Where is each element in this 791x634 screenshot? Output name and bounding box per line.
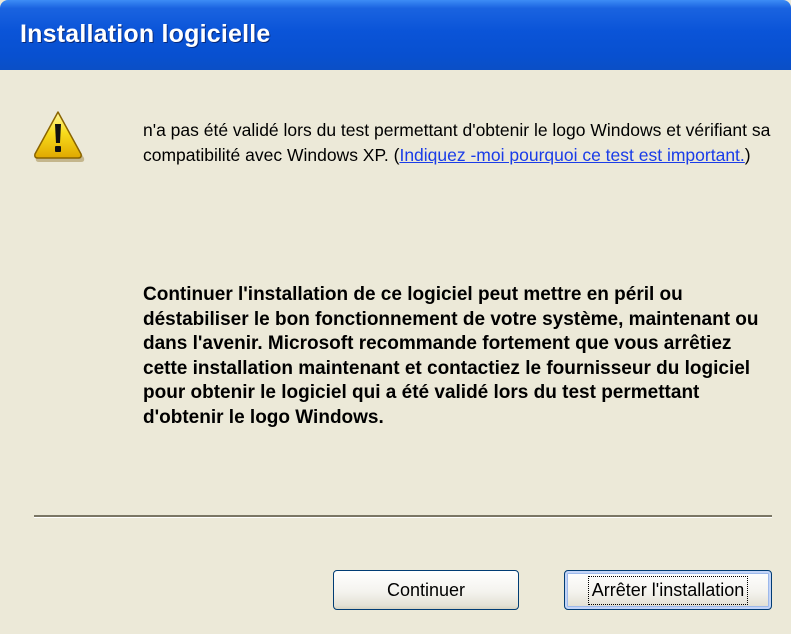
continue-button-label: Continuer [386,579,466,600]
stop-installation-label: Arrêter l'installation [587,575,749,605]
message-close-paren: ) [744,145,751,165]
divider [34,515,772,518]
window-title: Installation logicielle [20,20,271,48]
warning-icon [34,111,85,162]
stop-installation-button[interactable]: Arrêter l'installation [564,570,772,610]
continue-button[interactable]: Continuer [333,570,519,610]
warning-text: Continuer l'installation de ce logiciel … [143,284,759,428]
title-bar[interactable]: Installation logicielle [0,0,791,70]
why-important-link[interactable]: Indiquez -moi pourquoi ce test est impor… [399,145,744,165]
compatibility-message: n'a pas été validé lors du test permetta… [143,118,773,168]
